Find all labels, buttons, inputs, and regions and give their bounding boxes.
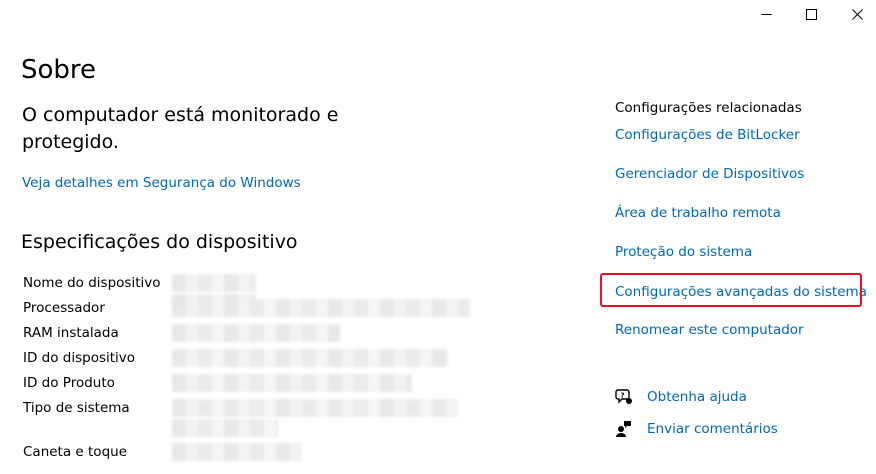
bitlocker-settings-link[interactable]: Configurações de BitLocker [615,126,800,144]
spec-label-pen-touch: Caneta e toque [23,444,127,460]
redacted-ram [172,324,340,342]
page-title: Sobre [21,55,97,85]
spec-label-device-name: Nome do dispositivo [23,275,161,291]
redacted-system-type-2 [172,419,278,437]
maximize-icon [805,8,817,20]
system-protection-link[interactable]: Proteção do sistema [615,243,752,261]
redacted-processor [172,299,470,317]
redacted-system-type [172,399,458,417]
redacted-device-name [172,274,256,292]
send-feedback-link[interactable]: Enviar comentários [647,421,778,437]
spec-label-device-id: ID do dispositivo [23,350,136,366]
spec-label-system-type: Tipo de sistema [23,400,130,416]
rename-computer-link[interactable]: Renomear este computador [615,321,804,339]
feedback-person-icon [615,420,633,438]
close-icon [851,8,863,20]
minimize-button[interactable] [743,0,789,28]
get-help-row[interactable]: ? Obtenha ajuda [615,387,747,407]
minimize-icon [761,13,771,15]
device-specs-title: Especificações do dispositivo [21,231,298,253]
svg-text:?: ? [620,391,624,399]
get-help-link[interactable]: Obtenha ajuda [647,389,747,405]
feedback-row[interactable]: Enviar comentários [615,419,778,439]
spec-label-processor: Processador [23,300,105,316]
related-settings-header: Configurações relacionadas [615,100,802,116]
windows-security-link[interactable]: Veja detalhes em Segurança do Windows [22,175,301,191]
spec-label-ram: RAM instalada [23,325,119,341]
redacted-product-id [172,374,412,392]
help-chat-icon: ? [615,388,633,406]
advanced-system-settings-link[interactable]: Configurações avançadas do sistema [615,283,867,301]
about-page: Sobre O computador está monitorado e pro… [0,0,876,474]
remote-desktop-link[interactable]: Área de trabalho remota [615,204,781,222]
close-button[interactable] [834,0,876,28]
device-manager-link[interactable]: Gerenciador de Dispositivos [615,165,804,183]
protection-status-text: O computador está monitorado e protegido… [22,104,339,153]
redacted-device-id [172,349,448,367]
maximize-button[interactable] [788,0,834,28]
redacted-pen-touch [172,443,302,461]
spec-label-product-id: ID do Produto [23,375,115,391]
